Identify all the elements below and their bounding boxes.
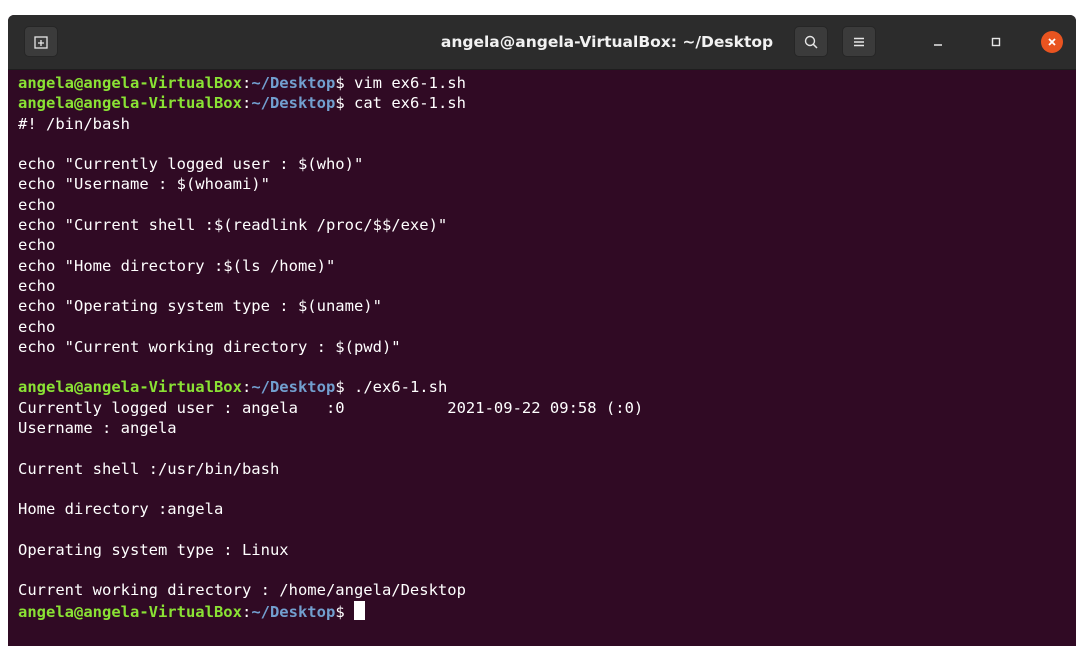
prompt-separator: : [241,602,252,621]
prompt-user-host: angela@angela-VirtualBox [18,378,242,397]
close-button[interactable] [1041,31,1063,53]
prompt-separator: : [241,94,252,113]
prompt-line: angela@angela-VirtualBox:~/Desktop$ ./ex… [18,377,1076,397]
output-line: echo [18,195,56,214]
output-line: echo [18,317,56,336]
maximize-icon [991,37,1001,47]
prompt-path: ~/Desktop [251,94,336,113]
prompt-symbol: $ [335,602,345,621]
command-text [345,603,354,621]
text-cursor [354,600,365,620]
output-line: Username : angela [18,419,177,438]
prompt-line: angela@angela-VirtualBox:~/Desktop$ vim … [18,73,1076,93]
prompt-separator: : [241,74,252,92]
prompt-path: ~/Desktop [251,602,336,621]
output-line: echo "Operating system type : $(uname)" [18,297,382,316]
prompt-line: angela@angela-VirtualBox:~/Desktop$ cat … [18,93,1076,113]
prompt-separator: : [241,378,252,397]
output-line: Current working directory : /home/angela… [18,581,466,600]
command-text: vim ex6-1.sh [344,74,466,92]
output-line: Operating system type : Linux [18,540,289,559]
command-text: ./ex6-1.sh [344,378,448,397]
new-tab-button[interactable] [24,26,58,57]
output-line: echo "Currently logged user : $(who)" [18,155,364,174]
terminal-output[interactable]: angela@angela-VirtualBox:~/Desktop$ vim … [12,73,1076,646]
prompt-path: ~/Desktop [251,74,336,92]
minimize-icon [934,44,942,46]
prompt-symbol: $ [335,74,345,92]
minimize-button[interactable] [928,32,948,52]
close-icon [1048,38,1056,46]
search-button[interactable] [794,26,828,57]
prompt-user-host: angela@angela-VirtualBox [18,602,242,621]
prompt-line: angela@angela-VirtualBox:~/Desktop$ [18,600,1076,621]
output-line: echo [18,236,56,255]
output-line: echo "Current working directory : $(pwd)… [18,337,401,356]
output-line: echo "Username : $(whoami)" [18,175,270,194]
output-line: Currently logged user : angela :0 2021-0… [18,398,644,417]
terminal-window: angela@angela-VirtualBox: ~/Desktop ange… [8,15,1076,646]
window-title: angela@angela-VirtualBox: ~/Desktop [440,33,774,51]
search-icon [804,35,818,49]
prompt-symbol: $ [335,378,345,397]
output-line: #! /bin/bash [18,114,130,133]
output-line: echo "Home directory :$(ls /home)" [18,256,336,275]
output-line: echo "Current shell :$(readlink /proc/$$… [18,216,448,235]
prompt-user-host: angela@angela-VirtualBox [18,74,242,92]
menu-button[interactable] [842,26,876,57]
maximize-button[interactable] [986,32,1006,52]
prompt-symbol: $ [335,94,345,113]
new-tab-icon [34,35,48,49]
title-bar[interactable]: angela@angela-VirtualBox: ~/Desktop [8,15,1076,70]
output-line: Home directory :angela [18,500,224,519]
prompt-path: ~/Desktop [251,378,336,397]
hamburger-menu-icon [854,37,864,46]
command-text: cat ex6-1.sh [344,94,466,113]
prompt-user-host: angela@angela-VirtualBox [18,94,242,113]
output-line: Current shell :/usr/bin/bash [18,459,280,478]
output-line: echo [18,276,56,295]
